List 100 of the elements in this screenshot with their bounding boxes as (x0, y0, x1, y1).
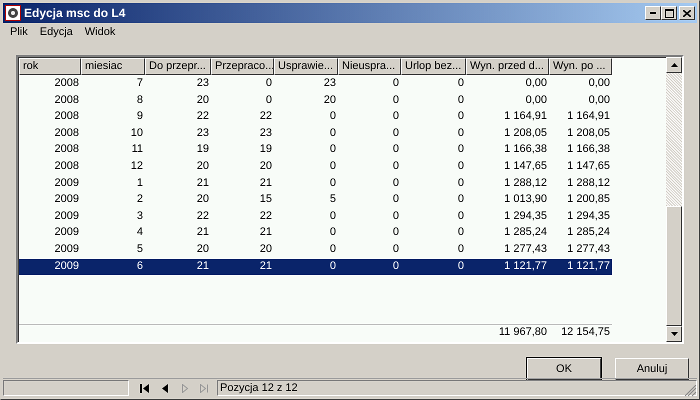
table-cell: 20 (196, 242, 209, 255)
vertical-scrollbar[interactable] (666, 57, 682, 342)
table-cell: 3 (136, 210, 143, 222)
table-cell: 0 (330, 210, 336, 222)
table-cell: 20 (196, 94, 209, 106)
table-cell: 0 (330, 242, 336, 255)
table-cell: 0 (458, 126, 464, 139)
table-cell: 22 (196, 110, 209, 122)
menu-item[interactable]: Widok (78, 26, 122, 40)
total-value: 11 967,80 (498, 326, 547, 338)
table-cell: 1 013,90 (504, 193, 547, 206)
table-cell: 0 (392, 126, 399, 139)
table-row[interactable]: 2008 9 22 22 0 0 0 1 164,91 1 164,91 (19, 109, 666, 126)
table-cell: 5 (136, 242, 143, 255)
table-cell: 5 (330, 193, 336, 206)
table-cell: 0 (458, 94, 464, 106)
table-cell: 0 (392, 210, 399, 222)
table-cell: 0,00 (588, 77, 610, 89)
table-row[interactable]: 2009 5 20 20 0 0 0 1 277,43 1 277,43 (19, 242, 666, 259)
table-cell: 21 (260, 260, 272, 272)
table-cell: 0 (392, 94, 399, 106)
table-cell: 0 (458, 110, 464, 122)
total-value: 12 154,75 (561, 326, 610, 338)
menu-item[interactable]: Edycja (34, 26, 79, 40)
table-cell: 19 (196, 143, 209, 156)
table-row[interactable]: 2009 1 21 21 0 0 0 1 288,12 1 288,12 (19, 176, 666, 192)
table-row[interactable]: 2008 10 23 23 0 0 0 1 208,05 1 208,05 (19, 126, 666, 142)
table-cell: 1 (136, 176, 143, 189)
table-cell: 0,00 (526, 94, 547, 106)
table-cell: 4 (136, 226, 143, 238)
table-cell: 2009 (54, 242, 79, 255)
table-row[interactable]: 2008 8 20 0 20 0 0 0,00 0,00 (19, 92, 666, 110)
table-cell: 22 (196, 210, 209, 222)
table-cell: 7 (136, 77, 143, 89)
table-cell: 0 (392, 193, 399, 206)
table-cell: 2009 (54, 176, 79, 189)
table-cell: 0,00 (526, 77, 547, 89)
column-header[interactable]: rok (19, 58, 81, 75)
table-row[interactable]: 2009 4 21 21 0 0 0 1 285,24 1 285,24 (19, 225, 666, 242)
column-header[interactable]: Wyn. przed d... (466, 58, 549, 75)
table-cell: 0 (458, 160, 464, 172)
table-cell: 0 (458, 193, 464, 206)
table-cell: 2008 (54, 160, 79, 172)
table-cell: 21 (260, 176, 272, 189)
table-cell: 1 147,65 (504, 160, 547, 172)
table-cell: 1 164,91 (567, 110, 610, 122)
table-cell: 0,00 (588, 94, 610, 106)
table-cell: 0 (458, 260, 464, 272)
close-icon (683, 10, 691, 16)
table-cell: 2009 (54, 260, 79, 272)
table-cell: 0 (330, 160, 336, 172)
table-cell: 2008 (54, 110, 79, 122)
table-cell: 9 (136, 110, 143, 122)
table-row[interactable]: 2009 3 22 22 0 0 0 1 294,35 1 294,35 (19, 208, 666, 226)
table-cell: 0 (330, 126, 336, 139)
column-header[interactable]: Nieuspra... (338, 58, 401, 75)
table-cell: 1 147,65 (567, 160, 610, 172)
table-cell: 12 (130, 160, 143, 172)
table-cell: 0 (392, 242, 399, 255)
table-cell: 10 (130, 126, 143, 139)
table-row[interactable]: 2008 7 23 0 23 0 0 0,00 0,00 (19, 76, 666, 93)
record-position: Pozycja 12 z 12 (220, 382, 298, 394)
column-header[interactable]: Do przepr... (145, 58, 211, 75)
column-header[interactable]: miesiac (81, 58, 145, 75)
table-cell: 0 (392, 176, 399, 189)
table-cell: 19 (260, 143, 272, 156)
column-header[interactable]: Wyn. po ... (549, 58, 612, 75)
table-cell: 21 (196, 226, 209, 238)
table-cell: 0 (392, 226, 399, 238)
table-cell: 0 (458, 143, 464, 156)
table-cell: 20 (260, 242, 272, 255)
table-cell: 23 (260, 126, 272, 139)
table-row[interactable]: 2008 11 19 19 0 0 0 1 166,38 1 166,38 (19, 142, 666, 159)
table-cell: 0 (330, 110, 336, 122)
window-title: Edycja msc do L4 (24, 6, 126, 20)
table-cell: 1 208,05 (504, 126, 547, 139)
table-cell: 1 285,24 (567, 226, 610, 238)
column-header[interactable]: Usprawie... (274, 58, 338, 75)
maximize-icon (664, 8, 674, 18)
maximize-button[interactable] (661, 6, 677, 20)
table-cell: 0 (392, 160, 399, 172)
menu-item[interactable]: Plik (4, 26, 34, 40)
table-cell: 0 (392, 260, 399, 272)
table-cell: 22 (260, 210, 272, 222)
column-header[interactable]: Przepraco... (211, 58, 274, 75)
table-cell: 2009 (54, 193, 79, 206)
ok-button[interactable]: OK (527, 358, 601, 380)
table-cell: 20 (196, 160, 209, 172)
table-cell: 1 200,85 (567, 193, 610, 206)
table-cell: 22 (260, 110, 272, 122)
table-row[interactable]: 2009 2 20 15 5 0 0 1 013,90 1 200,85 (19, 192, 666, 209)
close-button[interactable] (679, 6, 695, 20)
table-row[interactable]: 2008 12 20 20 0 0 0 1 147,65 1 147,65 (19, 158, 666, 176)
column-header[interactable]: Urlop bez... (401, 58, 466, 75)
table-row[interactable]: 2009 6 21 21 0 0 0 1 121,77 1 121,77 (19, 258, 612, 276)
table-cell: 1 288,12 (504, 176, 547, 189)
table-cell: 0 (330, 226, 336, 238)
cancel-button[interactable]: Anuluj (615, 358, 689, 380)
minimize-button[interactable] (645, 6, 661, 20)
table-cell: 6 (136, 260, 143, 272)
